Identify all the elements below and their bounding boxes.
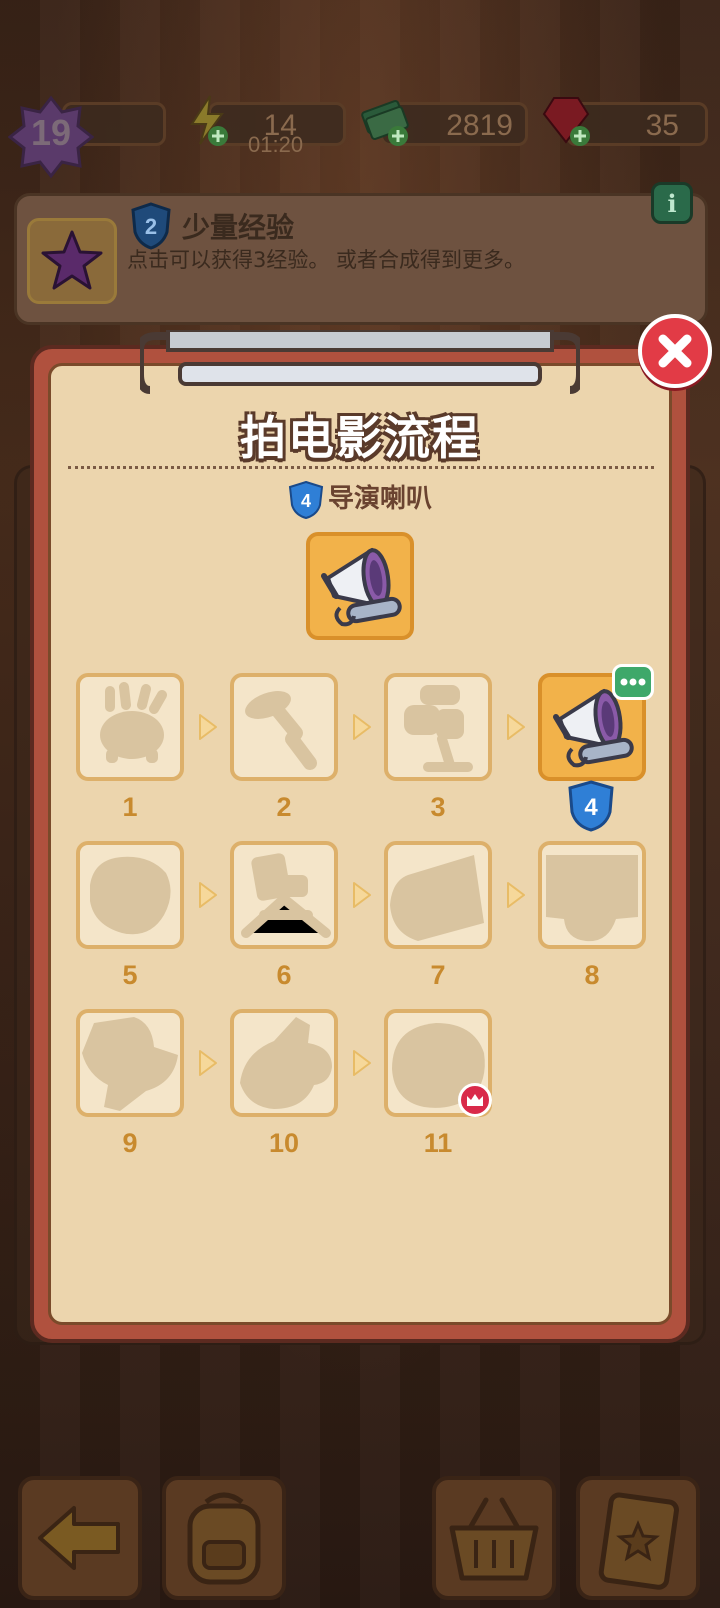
current-level-shield-icon: 4 bbox=[568, 780, 614, 832]
info-button[interactable]: i bbox=[651, 182, 693, 224]
chain-number-3: 3 bbox=[430, 792, 446, 822]
chain-tile-2[interactable] bbox=[230, 673, 338, 781]
chain-arrow-icon bbox=[507, 714, 525, 740]
locked-silhouette-icon bbox=[241, 853, 331, 938]
title-divider bbox=[68, 466, 654, 469]
backpack-button[interactable] bbox=[162, 1476, 286, 1600]
crown-badge bbox=[458, 1083, 492, 1117]
crown-icon bbox=[467, 1094, 483, 1106]
basket-icon bbox=[449, 1497, 539, 1581]
chain-tile-3[interactable] bbox=[384, 673, 492, 781]
back-button[interactable] bbox=[18, 1476, 142, 1600]
locked-silhouette-icon bbox=[404, 685, 473, 772]
locked-silhouette-icon bbox=[100, 682, 167, 763]
backpack-icon bbox=[187, 1492, 261, 1585]
close-icon bbox=[658, 334, 692, 368]
resource-bar: 19 14 01:20 2819 35 bbox=[0, 92, 720, 179]
clipboard-clip-icon bbox=[140, 330, 580, 394]
chain-arrow-icon bbox=[199, 1050, 217, 1076]
chain-arrow-icon bbox=[507, 882, 525, 908]
info-title: 少量经验 bbox=[182, 211, 295, 244]
current-level: 4 bbox=[584, 794, 598, 821]
chat-bubble-icon[interactable] bbox=[612, 664, 654, 700]
locked-silhouette-icon bbox=[245, 691, 317, 770]
chain-number-2: 2 bbox=[276, 792, 292, 822]
back-arrow-icon bbox=[38, 1506, 120, 1570]
level-badge[interactable]: 19 bbox=[7, 94, 95, 180]
lightning-icon bbox=[190, 95, 228, 146]
chain-tile-7[interactable] bbox=[384, 841, 492, 949]
chain-tile-10[interactable] bbox=[230, 1009, 338, 1117]
item-heading: 4 导演喇叭 bbox=[0, 478, 720, 519]
info-description: 点击可以获得3经验。 或者合成得到更多。 bbox=[127, 248, 526, 272]
clipboard-star-icon bbox=[598, 1492, 679, 1590]
chain-arrow-icon bbox=[199, 714, 217, 740]
energy-timer: 01:20 bbox=[248, 132, 304, 157]
chain-number-1: 1 bbox=[122, 792, 138, 822]
modal-title: 拍电影流程 bbox=[240, 411, 480, 465]
item-name: 导演喇叭 bbox=[327, 484, 432, 514]
gem-value: 35 bbox=[645, 109, 679, 142]
locked-silhouette-icon bbox=[82, 1017, 178, 1111]
locked-silhouette-icon bbox=[90, 856, 171, 935]
chain-arrow-icon bbox=[353, 714, 371, 740]
close-button[interactable] bbox=[638, 314, 712, 388]
chain-number-10: 10 bbox=[268, 1128, 300, 1158]
cash-value: 2819 bbox=[446, 109, 513, 142]
featured-item[interactable] bbox=[306, 532, 414, 640]
megaphone-icon bbox=[321, 548, 402, 627]
item-info-card: 2 少量经验 点击可以获得3经验。 或者合成得到更多。 i bbox=[14, 182, 708, 325]
chain-number-6: 6 bbox=[276, 960, 292, 990]
info-item-thumb bbox=[27, 218, 117, 304]
red-gem-icon bbox=[542, 97, 590, 146]
locked-silhouette-icon bbox=[240, 1017, 332, 1109]
chain-tile-8[interactable] bbox=[538, 841, 646, 949]
level-number: 19 bbox=[30, 112, 72, 153]
chain-number-9: 9 bbox=[122, 1128, 138, 1158]
chain-number-5: 5 bbox=[122, 960, 138, 990]
chain-arrow-icon bbox=[199, 882, 217, 908]
chain-arrow-icon bbox=[353, 1050, 371, 1076]
locked-silhouette-icon bbox=[546, 855, 638, 942]
chain-number-7: 7 bbox=[430, 960, 446, 990]
chain-tile-9[interactable] bbox=[76, 1009, 184, 1117]
dots-icon bbox=[620, 678, 646, 686]
shop-basket-button[interactable] bbox=[432, 1476, 556, 1600]
star-icon bbox=[41, 230, 103, 290]
chain-tile-1[interactable] bbox=[76, 673, 184, 781]
chain-number-11: 11 bbox=[423, 1128, 453, 1158]
locked-silhouette-icon bbox=[390, 855, 484, 941]
chain-arrow-icon bbox=[353, 882, 371, 908]
chain-tile-5[interactable] bbox=[76, 841, 184, 949]
level-shield-icon: 2 bbox=[131, 202, 171, 250]
item-level: 4 bbox=[301, 491, 311, 511]
chain-tile-6[interactable] bbox=[230, 841, 338, 949]
chain-number-8: 8 bbox=[584, 960, 600, 990]
cash-stack-icon bbox=[361, 100, 409, 146]
info-level: 2 bbox=[145, 214, 157, 239]
level-shield-icon: 4 bbox=[288, 480, 324, 519]
tasks-clipboard-button[interactable] bbox=[576, 1476, 700, 1600]
